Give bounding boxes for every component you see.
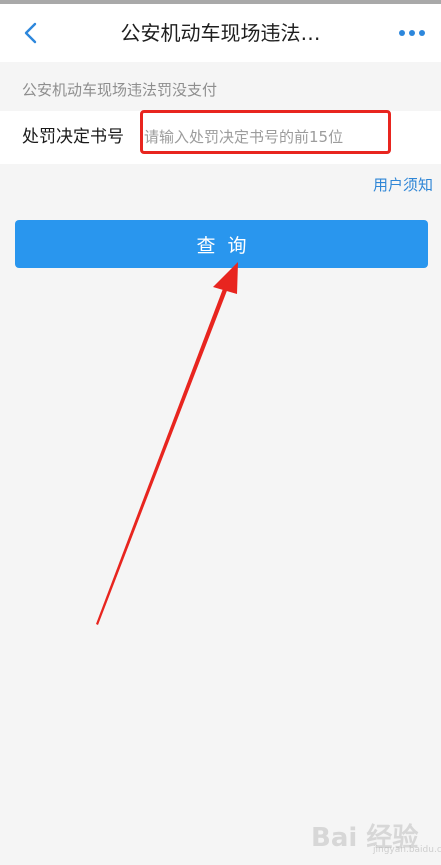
user-notice-link[interactable]: 用户须知 <box>373 174 433 195</box>
chevron-left-icon <box>24 22 37 44</box>
back-button[interactable] <box>14 16 48 50</box>
query-button[interactable]: 查询 <box>15 220 428 268</box>
page-title: 公安机动车现场违法… <box>120 21 321 45</box>
more-button[interactable] <box>395 18 429 48</box>
ticket-number-input[interactable] <box>144 124 384 150</box>
more-dots-icon <box>399 30 425 36</box>
ticket-number-label: 处罚决定书号 <box>22 127 124 147</box>
form-row-ticket-number: 处罚决定书号 <box>0 111 441 164</box>
watermark: Bai 经验 jingyan.baidu.com <box>311 817 441 859</box>
annotation-arrow-shaft <box>96 286 228 625</box>
nav-bar: 公安机动车现场违法… <box>0 4 441 62</box>
section-label: 公安机动车现场违法罚没支付 <box>22 81 218 99</box>
watermark-subtext: jingyan.baidu.com <box>373 845 441 855</box>
